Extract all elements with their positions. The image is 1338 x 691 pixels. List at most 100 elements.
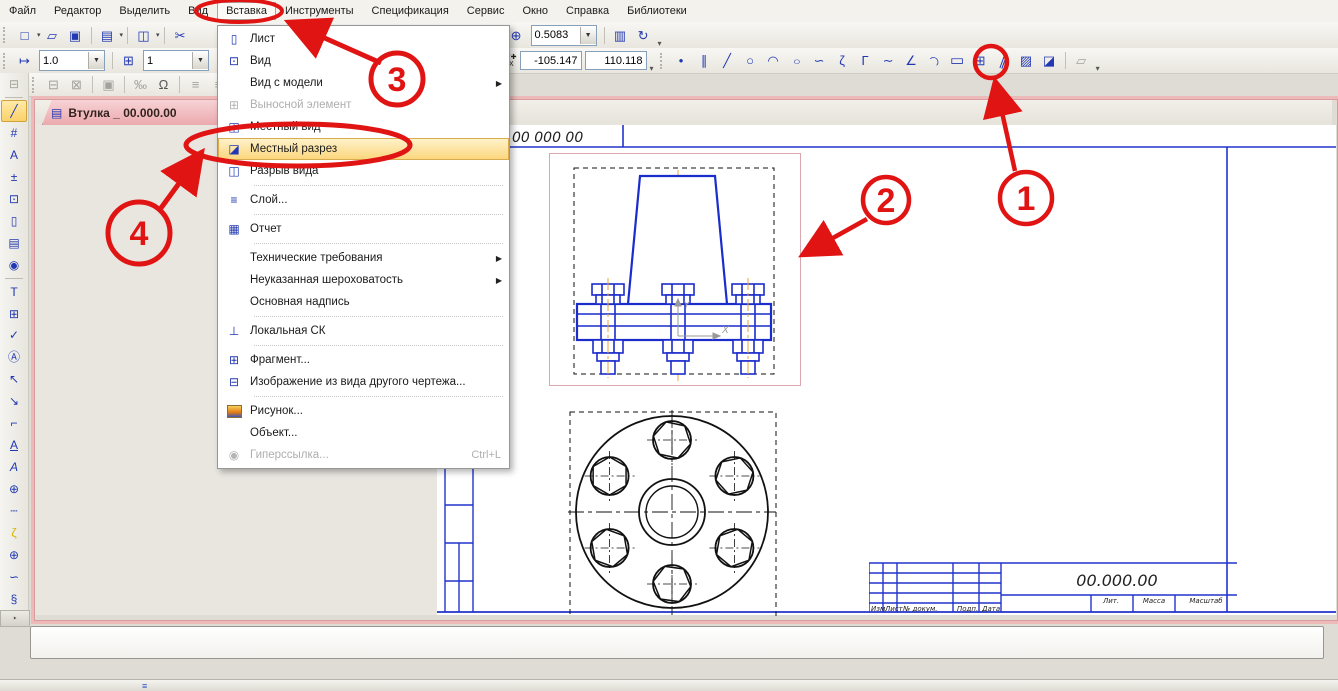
print-preview-dropdown[interactable]: ▾ [156, 31, 160, 39]
collect-contour-tool-button[interactable]: ⊞ [969, 50, 992, 72]
print-preview-button[interactable]: ◫ [132, 24, 155, 46]
layer-dropdown-button[interactable]: ▼ [192, 52, 208, 69]
polyline-tool-button[interactable]: Γ [854, 50, 877, 72]
datum-down-button[interactable]: A [1, 434, 27, 456]
wavy-line-button[interactable]: ∽ [1, 566, 27, 588]
specification-panel-button[interactable]: ▤ [1, 232, 27, 254]
menu-item-local-cs[interactable]: ⊥Локальная СК [218, 320, 509, 342]
pages-button[interactable]: ⊟ [1, 73, 27, 95]
menubar-item-help[interactable]: Справка [557, 2, 618, 20]
menubar-item-file[interactable]: Файл [0, 2, 45, 20]
align-baseline-button[interactable]: ≡ [184, 74, 207, 96]
line-segment-tool-button[interactable]: ╱ [716, 50, 739, 72]
menu-item-fragment[interactable]: ⊞Фрагмент... [218, 349, 509, 371]
menu-item-title-block[interactable]: Основная надпись [218, 291, 509, 313]
save-document-button[interactable]: ▣ [64, 24, 87, 46]
designations-panel-button[interactable]: A [1, 144, 27, 166]
new-document-button[interactable]: □ [13, 24, 36, 46]
state-toolbar-overflow[interactable]: ▾ [650, 64, 654, 73]
leader-polyline-button[interactable]: ↘ [1, 390, 27, 412]
bezier-tool-button[interactable]: ∼ [877, 50, 900, 72]
arc-tool-button[interactable]: ◠ [762, 50, 785, 72]
insert-fragment-button[interactable]: ▣ [97, 74, 120, 96]
refresh-view-button[interactable]: ↻ [632, 24, 655, 46]
print-button[interactable]: ▤ [96, 24, 119, 46]
visibility-panel-button[interactable]: ◉ [1, 254, 27, 276]
menubar-item-libraries[interactable]: Библиотеки [618, 2, 696, 20]
layer-input[interactable] [144, 53, 192, 68]
zoom-toolbar-overflow[interactable]: ▾ [658, 39, 662, 48]
geometry-toolbar-grip[interactable] [660, 53, 666, 69]
menubar-item-editor[interactable]: Редактор [45, 2, 110, 20]
datum-right-button[interactable]: A [1, 456, 27, 478]
view-manager-button[interactable]: ⊡ [1, 188, 27, 210]
coordinate-y-field[interactable] [520, 51, 582, 70]
copy-object-button[interactable]: ⊠ [65, 74, 88, 96]
circle-tool-button[interactable]: ○ [739, 50, 762, 72]
sheet-panel-button[interactable]: ▯ [1, 210, 27, 232]
text-panel-button[interactable]: T [1, 281, 27, 303]
step-input[interactable] [40, 53, 88, 68]
menubar-item-service[interactable]: Сервис [458, 2, 514, 20]
state-toolbar-grip[interactable] [3, 53, 9, 69]
menubar-item-insert[interactable]: Вставка [217, 2, 276, 20]
menubar-item-specification[interactable]: Спецификация [363, 2, 458, 20]
layers-icon[interactable]: ⊞ [117, 50, 140, 72]
center-mark-button[interactable]: ⊕ [1, 544, 27, 566]
spline-tool-button[interactable]: ∽ [808, 50, 831, 72]
menu-item-detail-view[interactable]: ⊞Выносной элемент [218, 94, 509, 116]
fit-sheet-button[interactable]: ▥ [609, 24, 632, 46]
leader-panel-button[interactable]: ↖ [1, 368, 27, 390]
section-line-button[interactable]: § [1, 588, 27, 610]
print-dropdown[interactable]: ▾ [120, 31, 124, 39]
new-document-dropdown[interactable]: ▾ [37, 31, 41, 39]
toolbar-grip[interactable] [3, 27, 9, 43]
menu-item-picture[interactable]: Рисунок... [218, 400, 509, 422]
bottom-circular-view[interactable] [566, 409, 799, 617]
frame-flag-button[interactable]: ⌐ [1, 412, 27, 434]
panel-scrollbar[interactable]: ‣ [0, 610, 30, 627]
roughness-panel-button[interactable]: ✓ [1, 324, 27, 346]
step-dropdown-button[interactable]: ▼ [88, 52, 104, 69]
scale-dropdown-button[interactable]: ▼ [580, 27, 596, 44]
menu-item-object[interactable]: Объект... [218, 422, 509, 444]
menubar-item-tools[interactable]: Инструменты [276, 2, 363, 20]
hatch-lines-tool-button[interactable]: ∥ [988, 46, 1017, 75]
menu-item-local-section[interactable]: ◪Местный разрез [218, 138, 509, 160]
open-document-button[interactable]: ▱ [41, 24, 64, 46]
menu-item-view[interactable]: ⊡Вид [218, 50, 509, 72]
menu-item-sheet[interactable]: ▯Лист [218, 28, 509, 50]
plus-minus-panel-button[interactable]: ± [1, 166, 27, 188]
lightning-button[interactable]: ζ [1, 522, 27, 544]
datum-panel-button[interactable]: Ⓐ [1, 346, 27, 368]
menubar-item-select[interactable]: Выделить [110, 2, 179, 20]
curve-tool-button[interactable]: ζ [831, 50, 854, 72]
message-bar[interactable] [30, 626, 1324, 659]
table-panel-button[interactable]: ⊞ [1, 303, 27, 325]
hatch-tool-button[interactable]: ▨ [1015, 50, 1038, 72]
menu-item-tech-requirements[interactable]: Технические требования▶ [218, 247, 509, 269]
menu-item-view-break[interactable]: ◫Разрыв вида [218, 160, 509, 182]
omega-symbol-button[interactable]: Ω [152, 74, 175, 96]
stamp-tool-button[interactable]: ▱ [1070, 50, 1093, 72]
parallel-line-tool-button[interactable]: ∥ [693, 50, 716, 72]
hole-axis-button[interactable]: ⊕ [1, 478, 27, 500]
geometry-toolbar-overflow[interactable]: ▾ [1096, 64, 1100, 73]
fillet-tool-button[interactable]: ◠ [918, 45, 950, 77]
menubar-item-window[interactable]: Окно [513, 2, 557, 20]
scale-input[interactable] [532, 28, 580, 43]
centerline-button[interactable]: ┄ [1, 500, 27, 522]
menu-item-report[interactable]: ▦Отчет [218, 218, 509, 240]
ellipse-tool-button[interactable]: ○ [781, 50, 810, 71]
dimensions-panel-button[interactable]: # [1, 122, 27, 144]
menu-item-image-from-drawing[interactable]: ⊟Изображение из вида другого чертежа... [218, 371, 509, 393]
style-brush-tool-button[interactable]: ◪ [1038, 50, 1061, 72]
menu-item-view-from-model[interactable]: Вид с модели▶ [218, 72, 509, 94]
menu-item-local-view[interactable]: ◫Местный вид [218, 116, 509, 138]
geometry-panel-button[interactable]: ╱ [1, 100, 27, 122]
menu-item-unspecified-roughness[interactable]: Неуказанная шероховатость▶ [218, 269, 509, 291]
point-tool-button[interactable]: • [670, 50, 693, 72]
front-view[interactable]: Y X [549, 153, 801, 386]
cut-button[interactable]: ✂ [169, 24, 192, 46]
tolerance-button[interactable]: ‰ [129, 74, 152, 96]
